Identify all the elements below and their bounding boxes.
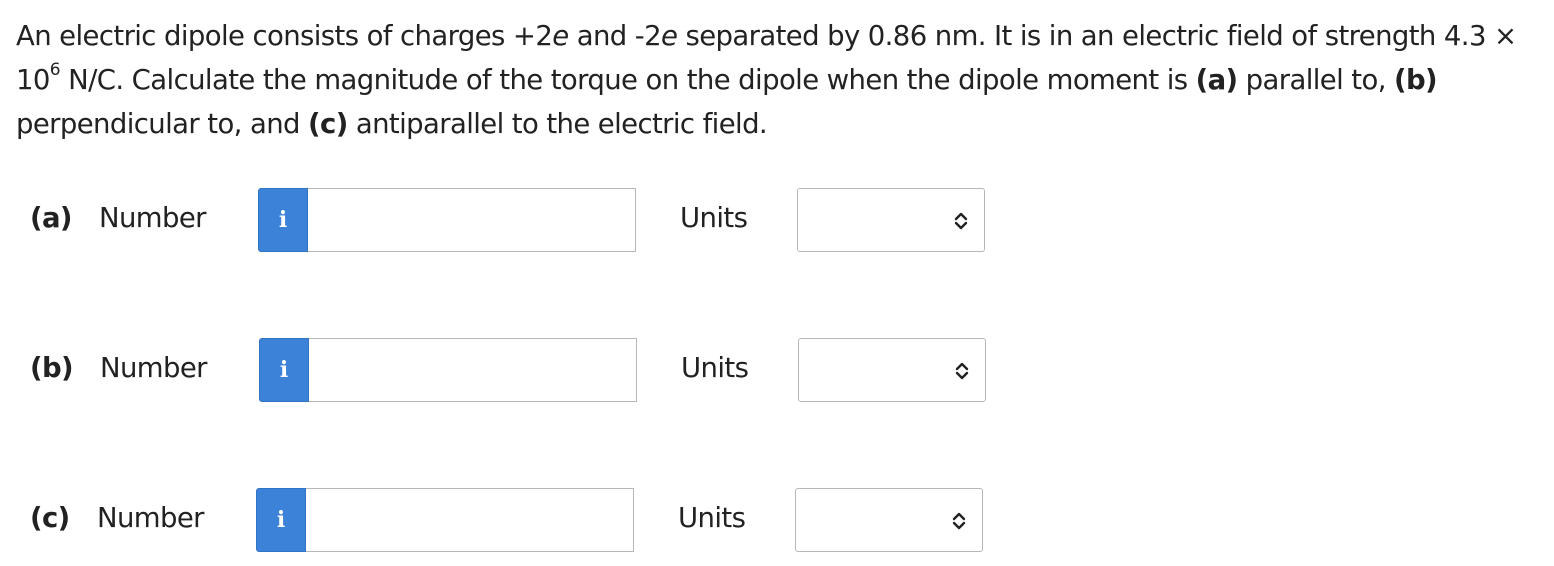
chevron-up-down-icon [955, 362, 969, 380]
info-icon: i [276, 507, 286, 533]
number-label-a: Number [99, 202, 206, 234]
units-select-b[interactable] [798, 338, 986, 402]
units-label-a: Units [680, 202, 748, 234]
info-button-a[interactable]: i [258, 188, 308, 252]
number-input-b[interactable] [309, 338, 637, 402]
answer-row-a: (a) Number i Units [30, 188, 1030, 254]
question-text: An electric dipole consists of charges +… [16, 20, 1517, 140]
chevron-up-down-icon [952, 512, 966, 530]
part-label-a: (a) [30, 202, 73, 234]
part-label-b: (b) [30, 352, 74, 384]
number-label-c: Number [97, 502, 204, 534]
info-icon: i [278, 207, 288, 233]
info-icon: i [279, 357, 289, 383]
info-button-b[interactable]: i [259, 338, 309, 402]
units-label-b: Units [681, 352, 749, 384]
units-label-c: Units [678, 502, 746, 534]
number-input-a[interactable] [308, 188, 636, 252]
answer-row-b: (b) Number i Units [30, 338, 1030, 404]
number-input-c[interactable] [306, 488, 634, 552]
chevron-up-down-icon [954, 212, 968, 230]
part-label-c: (c) [30, 502, 70, 534]
units-select-c[interactable] [795, 488, 983, 552]
number-label-b: Number [100, 352, 207, 384]
units-select-a[interactable] [797, 188, 985, 252]
answer-row-c: (c) Number i Units [30, 488, 1030, 554]
info-button-c[interactable]: i [256, 488, 306, 552]
